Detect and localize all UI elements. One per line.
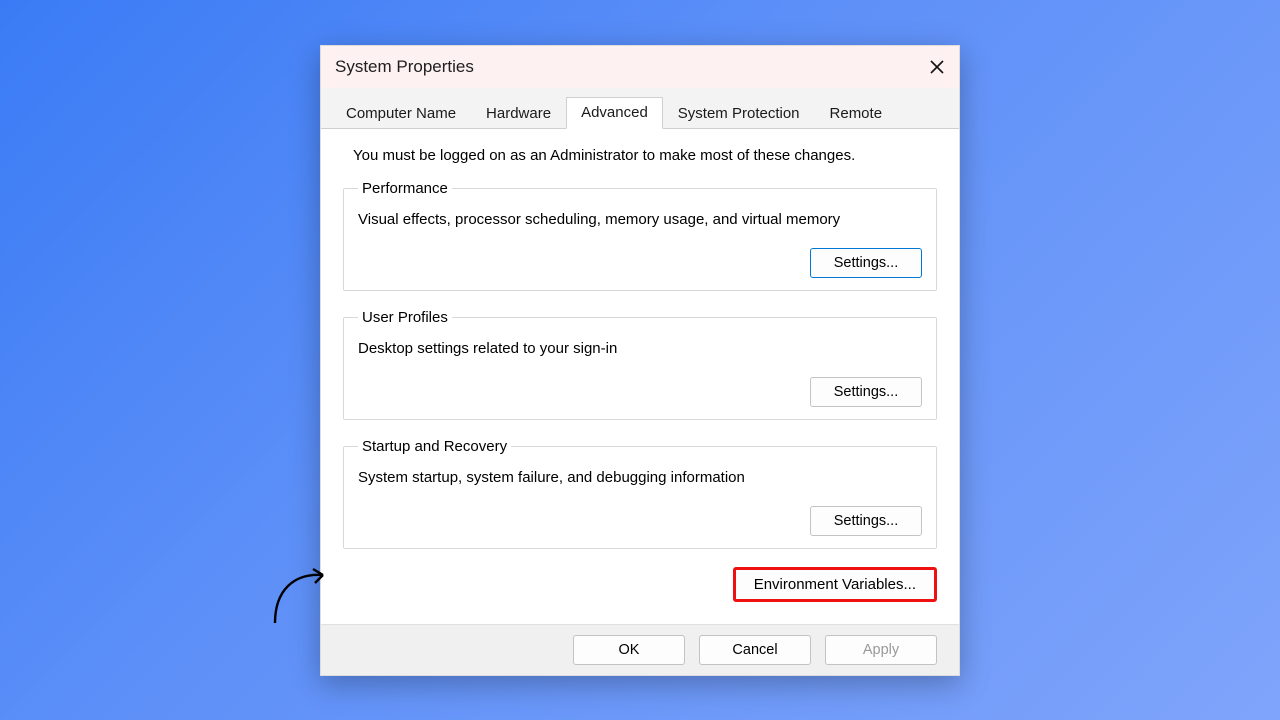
user-profiles-group: User Profiles Desktop settings related t…	[343, 309, 937, 420]
system-properties-dialog: System Properties Computer Name Hardware…	[320, 45, 960, 676]
tab-remote[interactable]: Remote	[815, 98, 898, 129]
tab-hardware[interactable]: Hardware	[471, 98, 566, 129]
user-profiles-legend: User Profiles	[358, 309, 452, 326]
env-variables-row: Environment Variables...	[343, 567, 937, 602]
startup-recovery-settings-button[interactable]: Settings...	[810, 506, 922, 536]
user-profiles-settings-button[interactable]: Settings...	[810, 377, 922, 407]
performance-settings-button[interactable]: Settings...	[810, 248, 922, 278]
apply-button[interactable]: Apply	[825, 635, 937, 665]
tab-system-protection[interactable]: System Protection	[663, 98, 815, 129]
startup-recovery-legend: Startup and Recovery	[358, 438, 511, 455]
admin-note: You must be logged on as an Administrato…	[353, 147, 937, 164]
environment-variables-button[interactable]: Environment Variables...	[733, 567, 937, 602]
close-icon[interactable]	[925, 55, 949, 79]
ok-button[interactable]: OK	[573, 635, 685, 665]
user-profiles-desc: Desktop settings related to your sign-in	[358, 340, 922, 357]
dialog-footer: OK Cancel Apply	[321, 624, 959, 675]
cancel-button[interactable]: Cancel	[699, 635, 811, 665]
dialog-title: System Properties	[335, 57, 474, 77]
advanced-tab-panel: You must be logged on as an Administrato…	[321, 129, 959, 624]
titlebar: System Properties	[321, 46, 959, 88]
performance-group: Performance Visual effects, processor sc…	[343, 180, 937, 291]
startup-recovery-desc: System startup, system failure, and debu…	[358, 469, 922, 486]
tab-advanced[interactable]: Advanced	[566, 97, 663, 129]
startup-recovery-group: Startup and Recovery System startup, sys…	[343, 438, 937, 549]
performance-desc: Visual effects, processor scheduling, me…	[358, 211, 922, 228]
tab-strip: Computer Name Hardware Advanced System P…	[321, 88, 959, 129]
tab-computer-name[interactable]: Computer Name	[331, 98, 471, 129]
performance-legend: Performance	[358, 180, 452, 197]
annotation-arrow-icon	[263, 561, 343, 631]
